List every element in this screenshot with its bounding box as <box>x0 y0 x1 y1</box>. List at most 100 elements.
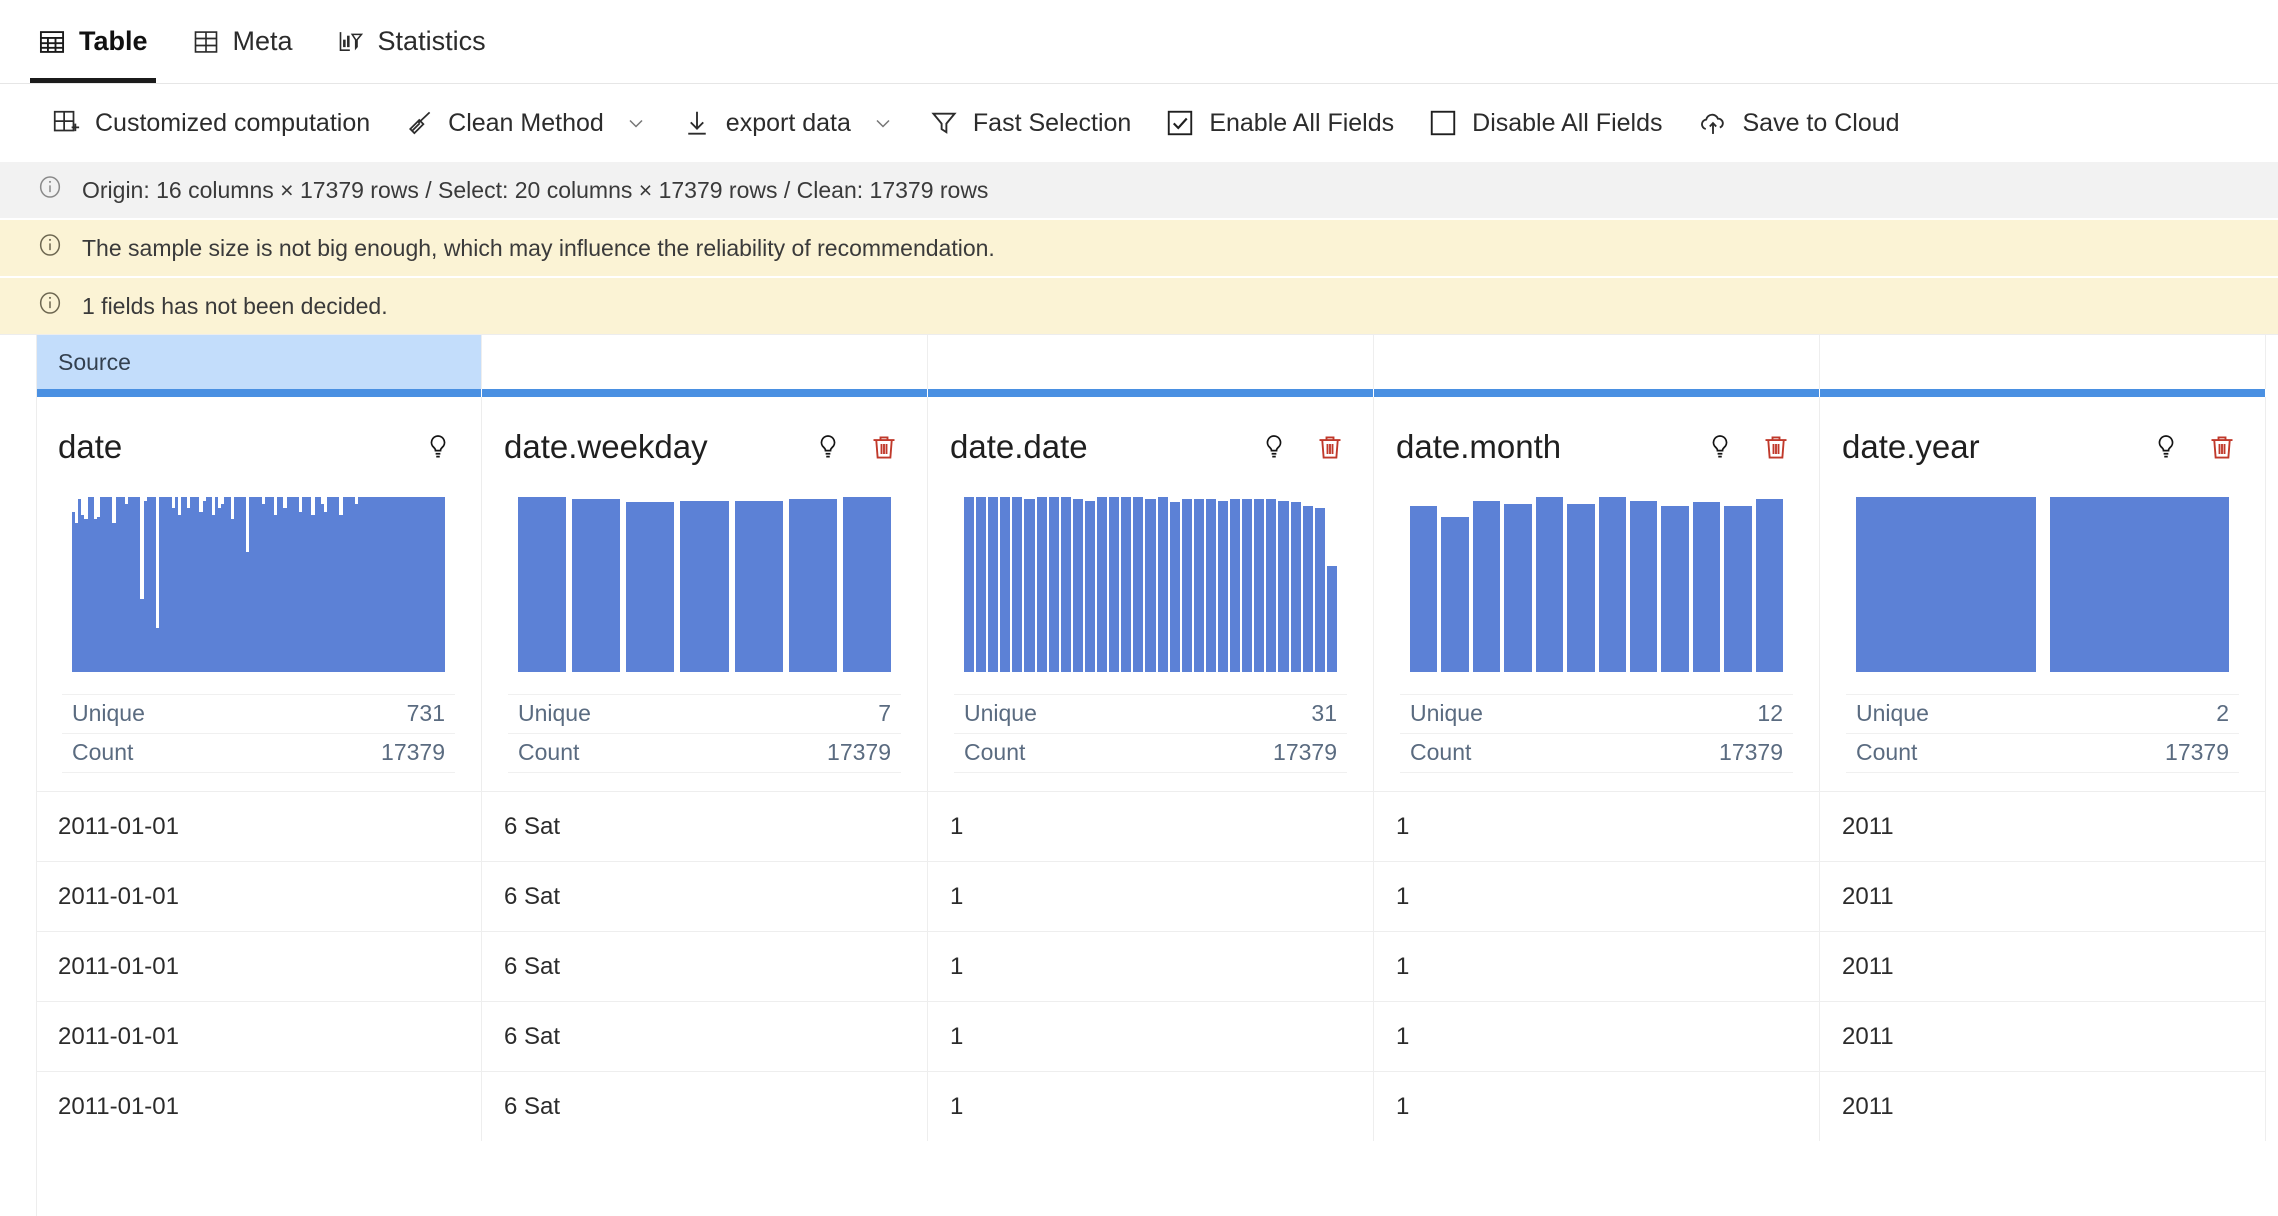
table-cell-weekday: 6 Sat <box>482 1001 928 1071</box>
histogram-bar <box>1000 497 1010 672</box>
histogram-bar <box>1194 499 1204 672</box>
checkbox-unchecked-icon[interactable] <box>1428 108 1458 138</box>
histogram-bar <box>1049 497 1059 672</box>
source-cell-date-month[interactable] <box>1374 335 1820 389</box>
histogram-bar <box>1170 502 1180 672</box>
stat-value: 17379 <box>1273 739 1337 766</box>
table-cell-day: 1 <box>928 1071 1374 1141</box>
sample-size-warning-banner: The sample size is not big enough, which… <box>0 220 2278 276</box>
lightbulb-icon[interactable] <box>423 432 453 462</box>
histogram-bar <box>1206 499 1216 672</box>
source-cell-date-date[interactable] <box>928 335 1374 389</box>
tab-table[interactable]: Table <box>16 0 170 83</box>
histogram-bar <box>1024 499 1034 672</box>
stat-label: Count <box>1856 739 1917 766</box>
table-row[interactable]: 2011-01-016 Sat112011 <box>36 931 2266 1001</box>
origin-summary-banner: Origin: 16 columns × 17379 rows / Select… <box>0 162 2278 218</box>
histogram-bar <box>518 497 566 672</box>
table-cell-weekday: 6 Sat <box>482 931 928 1001</box>
histogram-bar <box>1303 506 1313 672</box>
save-to-cloud-label: Save to Cloud <box>1743 109 1900 138</box>
statistics-chart-icon <box>337 28 365 56</box>
tab-statistics[interactable]: Statistics <box>315 0 508 83</box>
delete-column-icon[interactable] <box>869 432 899 462</box>
delete-column-icon[interactable] <box>2207 432 2237 462</box>
column-profile-card: date.weekday Unique7Count17379 <box>482 397 928 791</box>
histogram-bar <box>1756 499 1783 672</box>
checkbox-checked-icon[interactable] <box>1165 108 1195 138</box>
funnel-icon <box>929 108 959 138</box>
table-cell-year: 2011 <box>1820 931 2266 1001</box>
disable-all-fields-button[interactable]: Disable All Fields <box>1411 97 1679 149</box>
column-name: date.month <box>1396 428 1705 466</box>
histogram-bar <box>1327 566 1337 672</box>
stat-value: 17379 <box>827 739 891 766</box>
info-icon <box>36 173 64 207</box>
lightbulb-icon[interactable] <box>2151 432 2181 462</box>
stat-label: Unique <box>518 700 591 727</box>
column-stat-row: Count17379 <box>1400 733 1793 773</box>
accent-bar-segment <box>482 389 928 397</box>
histogram-bar <box>1012 497 1022 672</box>
enable-all-fields-button[interactable]: Enable All Fields <box>1148 97 1411 149</box>
table-cell-weekday: 6 Sat <box>482 1071 928 1141</box>
table-cell-weekday: 6 Sat <box>482 861 928 931</box>
stat-value: 731 <box>407 700 445 727</box>
histogram-bar <box>1230 499 1240 672</box>
table-cell-month: 1 <box>1374 1001 1820 1071</box>
accent-bar-segment <box>1374 389 1820 397</box>
histogram-bar <box>1158 497 1168 672</box>
column-stat-row: Count17379 <box>954 733 1347 773</box>
column-profile-header: date.weekday <box>504 397 905 483</box>
origin-summary-text: Origin: 16 columns × 17379 rows / Select… <box>82 179 988 202</box>
clean-method-button[interactable]: Clean Method <box>387 97 665 149</box>
export-data-button[interactable]: export data <box>665 97 912 149</box>
table-cell-weekday: 6 Sat <box>482 791 928 861</box>
save-to-cloud-button[interactable]: Save to Cloud <box>1680 97 1917 149</box>
table-row[interactable]: 2011-01-016 Sat112011 <box>36 861 2266 931</box>
column-name: date.date <box>950 428 1259 466</box>
delete-column-icon[interactable] <box>1315 432 1345 462</box>
fast-selection-button[interactable]: Fast Selection <box>912 97 1148 149</box>
column-histogram <box>1396 497 1797 672</box>
customized-computation-button[interactable]: Customized computation <box>34 97 387 149</box>
source-accent-bar <box>36 389 2266 397</box>
lightbulb-icon[interactable] <box>813 432 843 462</box>
histogram-bar <box>1630 501 1657 672</box>
table-row[interactable]: 2011-01-016 Sat112011 <box>36 1001 2266 1071</box>
table-cell-year: 2011 <box>1820 861 2266 931</box>
column-stat-row: Count17379 <box>508 733 901 773</box>
histogram-bar <box>1315 508 1325 672</box>
lightbulb-icon[interactable] <box>1705 432 1735 462</box>
enable-all-fields-label: Enable All Fields <box>1209 109 1394 138</box>
column-actions <box>2151 432 2243 462</box>
table-cell-day: 1 <box>928 931 1374 1001</box>
lightbulb-icon[interactable] <box>1259 432 1289 462</box>
table-cell-date: 2011-01-01 <box>36 1071 482 1141</box>
histogram-bar <box>1693 502 1720 672</box>
table-row[interactable]: 2011-01-016 Sat112011 <box>36 791 2266 861</box>
column-histogram <box>58 497 459 672</box>
histogram-bar <box>976 497 986 672</box>
histogram-bar <box>1410 506 1437 672</box>
column-profile-header: date.date <box>950 397 1351 483</box>
table-cell-year: 2011 <box>1820 1071 2266 1141</box>
table-cell-year: 2011 <box>1820 1001 2266 1071</box>
table-cell-year: 2011 <box>1820 791 2266 861</box>
histogram-bar <box>1254 499 1264 672</box>
tab-meta[interactable]: Meta <box>170 0 315 83</box>
histogram-bar <box>1291 502 1301 672</box>
delete-column-icon[interactable] <box>1761 432 1791 462</box>
broom-icon <box>404 108 434 138</box>
source-cell-date[interactable]: Source <box>36 335 482 389</box>
column-profile-card: date.dateUnique31Count17379 <box>928 397 1374 791</box>
column-stat-row: Unique7 <box>508 694 901 733</box>
export-data-label: export data <box>726 109 851 138</box>
source-cell-date-weekday[interactable] <box>482 335 928 389</box>
table-cell-day: 1 <box>928 861 1374 931</box>
column-profile-card: dateUnique731Count17379 <box>36 397 482 791</box>
table-cell-date: 2011-01-01 <box>36 931 482 1001</box>
column-actions <box>1705 432 1797 462</box>
source-cell-date-year[interactable] <box>1820 335 2266 389</box>
table-row[interactable]: 2011-01-016 Sat112011 <box>36 1071 2266 1141</box>
